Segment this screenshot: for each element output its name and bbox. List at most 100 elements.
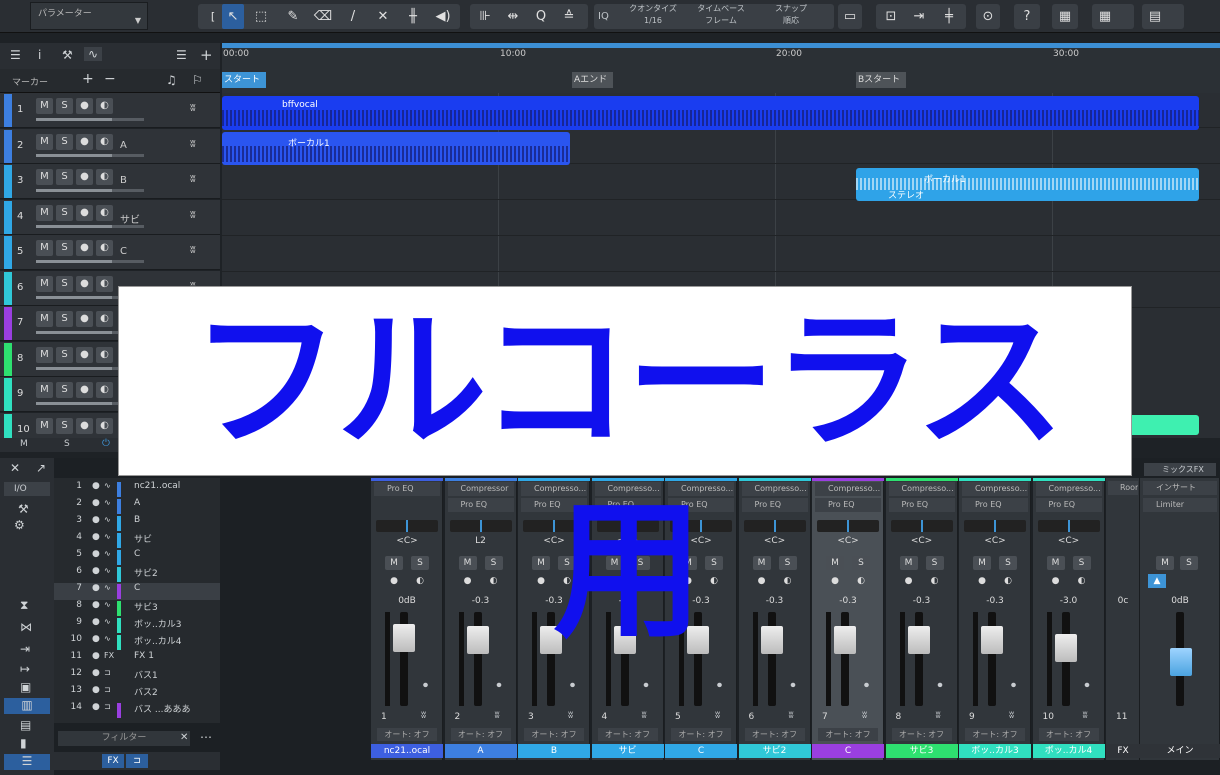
record-icon[interactable]: ●: [76, 204, 93, 221]
mixer-list-item[interactable]: 2 ● ∿ A: [54, 498, 220, 515]
track-header[interactable]: 2 M S ● ◐ A ʬ: [0, 128, 220, 164]
solo-button[interactable]: S: [56, 133, 73, 150]
waveform-icon[interactable]: ʬ: [190, 208, 196, 221]
record-icon[interactable]: ●: [76, 133, 93, 150]
insert-slot[interactable]: Pro EQ: [815, 498, 881, 512]
mute-button[interactable]: M: [36, 417, 53, 434]
solo-button[interactable]: S: [56, 240, 73, 256]
strip-name[interactable]: ボッ..カル3: [959, 744, 1031, 758]
main-insert-label[interactable]: インサート: [1143, 481, 1217, 495]
monitor-icon[interactable]: ◐: [852, 574, 870, 588]
track-name[interactable]: B: [120, 175, 127, 186]
bend-tool-icon[interactable]: ≙: [558, 4, 580, 29]
track-volume[interactable]: [36, 153, 144, 157]
view-options-icon[interactable]: ▤: [1144, 4, 1166, 29]
mixer-list-item[interactable]: 8 ● ∿ サビ3: [54, 600, 220, 617]
visible-dot-icon[interactable]: ●: [92, 702, 100, 712]
solo-button[interactable]: S: [56, 417, 73, 434]
pan-control[interactable]: [376, 520, 438, 532]
note-icon[interactable]: ♫: [166, 73, 177, 87]
mixer-list-item[interactable]: 14 ● ⊐ バス ...あああ: [54, 702, 220, 719]
range-tool-icon[interactable]: ⬚: [250, 4, 272, 29]
insert-slot[interactable]: Pro EQ: [447, 498, 514, 512]
bus-filter-button[interactable]: ⊐: [126, 754, 148, 768]
visible-dot-icon[interactable]: ●: [92, 532, 100, 542]
mixer-list-item[interactable]: 10 ● ∿ ボッ..カル4: [54, 634, 220, 651]
main-fader[interactable]: [1170, 648, 1192, 676]
video-icon[interactable]: ▦: [1054, 4, 1076, 29]
volume-fader[interactable]: [1054, 633, 1077, 662]
mute-button[interactable]: M: [36, 204, 53, 221]
monitor-icon[interactable]: ◐: [96, 169, 113, 185]
input-icon[interactable]: ⇥: [20, 642, 30, 656]
channel-strip[interactable]: Compresso... Pro EQ <C> M S ● ◐ -0.3 ⏺ 8…: [885, 478, 958, 760]
volume-fader[interactable]: [834, 626, 856, 655]
wrench-icon[interactable]: ⚒: [18, 502, 29, 516]
waveform-icon[interactable]: ʬ: [190, 172, 196, 185]
paint-tool-icon[interactable]: /: [342, 4, 364, 29]
monitor-icon[interactable]: ◐: [96, 346, 113, 363]
visible-dot-icon[interactable]: ●: [92, 617, 100, 627]
insert-slot[interactable]: Compressor: [447, 482, 514, 496]
fx-strip[interactable]: Room 0c 11 FX: [1106, 478, 1140, 760]
insert-slot[interactable]: Compresso...: [815, 482, 881, 496]
visible-dot-icon[interactable]: ●: [92, 515, 100, 525]
solo-button[interactable]: S: [999, 556, 1017, 570]
footer-m[interactable]: M: [20, 439, 28, 449]
clear-filter-icon[interactable]: ✕: [180, 732, 188, 743]
quantize-control[interactable]: クオンタイズ 1/16: [624, 3, 682, 27]
channel-strip[interactable]: Compressor Pro EQ L2 M S ● ◐ -0.3 ⏺ 2 ʬ …: [444, 478, 517, 760]
level-icon[interactable]: ▮: [20, 736, 27, 750]
mute-button[interactable]: M: [36, 98, 53, 114]
solo-safe-icon[interactable]: ⏺: [938, 680, 943, 691]
insert-slot[interactable]: Pro EQ: [1035, 498, 1102, 512]
automation-icon[interactable]: ∿: [84, 47, 103, 61]
waveform-icon[interactable]: ʬ: [190, 243, 196, 256]
monitor-icon[interactable]: ◐: [96, 133, 113, 150]
follow-icon[interactable]: ⇥: [908, 4, 930, 29]
monitor-icon[interactable]: ◐: [926, 574, 944, 588]
mute-button[interactable]: M: [36, 346, 53, 363]
record-icon[interactable]: ●: [76, 346, 93, 363]
mute-button[interactable]: M: [899, 556, 918, 570]
automation-mode[interactable]: オート: オフ: [1038, 728, 1099, 741]
mixer-list-item[interactable]: 4 ● ∿ サビ: [54, 532, 220, 549]
mixer-list-item[interactable]: 7 ● ∿ C: [54, 583, 220, 600]
channel-strip[interactable]: Compresso... Pro EQ <C> M S ● ◐ -3.0 ⏺ 1…: [1032, 478, 1105, 760]
record-icon[interactable]: ●: [76, 311, 93, 327]
volume-fader[interactable]: [760, 626, 783, 655]
flag-icon[interactable]: ⚐: [192, 73, 203, 87]
marker-start[interactable]: スタート: [222, 72, 267, 88]
insert-slot[interactable]: Compresso...: [1035, 482, 1102, 496]
expand-icon[interactable]: ↗: [36, 461, 46, 475]
mute-button[interactable]: M: [36, 240, 53, 256]
monitor-icon[interactable]: ◐: [1073, 574, 1091, 588]
record-icon[interactable]: ●: [826, 574, 844, 588]
arrow-tool-icon[interactable]: ↖: [222, 4, 244, 29]
power-icon[interactable]: ⏻: [102, 438, 110, 449]
loop-bar[interactable]: [222, 43, 1220, 48]
solo-button[interactable]: S: [56, 346, 73, 363]
split-tool-icon[interactable]: ╫: [402, 4, 424, 29]
list-view-icon[interactable]: ☰: [4, 754, 50, 770]
strip-name[interactable]: C: [665, 744, 737, 758]
track-name[interactable]: C: [120, 246, 127, 257]
waveform-icon[interactable]: ʬ: [190, 101, 196, 114]
automation-mode[interactable]: オート: オフ: [597, 728, 658, 741]
mute-button[interactable]: M: [36, 382, 53, 398]
strip-name[interactable]: C: [812, 744, 884, 758]
eraser-tool-icon[interactable]: ⌫: [312, 4, 334, 29]
solo-button[interactable]: S: [56, 98, 73, 114]
solo-button[interactable]: S: [411, 556, 429, 570]
record-icon[interactable]: ●: [1047, 574, 1065, 588]
keyboard-icon[interactable]: ▥: [4, 698, 50, 714]
list-icon[interactable]: ☰: [10, 48, 21, 62]
mute-button[interactable]: M: [1046, 556, 1065, 570]
visible-dot-icon[interactable]: ●: [92, 583, 100, 593]
track-name[interactable]: サビ: [120, 211, 140, 226]
monitor-icon[interactable]: ◐: [485, 574, 503, 588]
record-icon[interactable]: ●: [76, 169, 93, 185]
mixer-list-item[interactable]: 1 ● ∿ nc21..ocal: [54, 481, 220, 498]
mute-button[interactable]: M: [36, 169, 53, 185]
listen-tool-icon[interactable]: ◀): [432, 4, 454, 29]
